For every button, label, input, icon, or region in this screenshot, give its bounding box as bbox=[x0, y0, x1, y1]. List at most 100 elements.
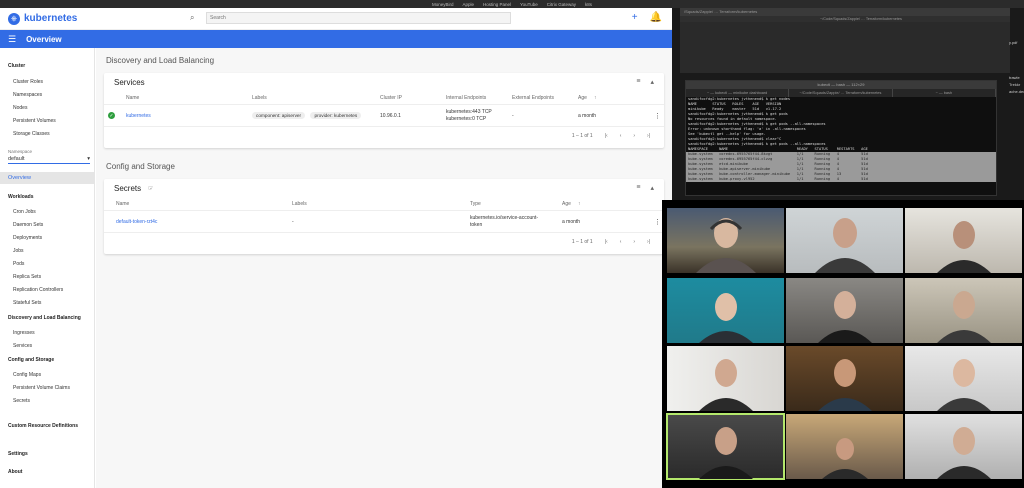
sidebar-item-pods[interactable]: Pods bbox=[0, 261, 24, 267]
filter-icon[interactable]: ≡ bbox=[636, 184, 640, 192]
collapse-icon[interactable]: ▴ bbox=[650, 78, 654, 86]
service-cluster-ip: 10.96.0.1 bbox=[380, 112, 401, 119]
participant-video bbox=[814, 218, 875, 273]
sidebar-item-ingresses[interactable]: Ingresses bbox=[0, 330, 35, 336]
menubar-item[interactable]: MoneyBird bbox=[432, 2, 454, 7]
filter-icon[interactable]: ≡ bbox=[636, 78, 640, 86]
sort-arrow-icon[interactable]: ↑ bbox=[578, 201, 581, 207]
last-page-icon[interactable]: ›| bbox=[647, 239, 650, 245]
terminal-tab[interactable]: ~ — kubectl — minikube dashboard bbox=[686, 89, 790, 97]
video-tile[interactable] bbox=[786, 414, 903, 479]
col-labels[interactable]: Labels bbox=[252, 95, 267, 101]
video-tile[interactable] bbox=[667, 346, 784, 411]
namespace-select[interactable]: default ▾ bbox=[8, 155, 90, 164]
sidebar-item-cron-jobs[interactable]: Cron Jobs bbox=[0, 209, 36, 215]
sidebar-item-storage-classes[interactable]: Storage Classes bbox=[0, 131, 50, 137]
search-icon[interactable]: ⌕ bbox=[190, 13, 200, 23]
col-age[interactable]: Age bbox=[578, 95, 587, 101]
add-icon[interactable]: + bbox=[632, 12, 638, 23]
table-row[interactable]: ✓ kubernetes component: apiserver provid… bbox=[104, 105, 664, 127]
col-cluster-ip[interactable]: Cluster IP bbox=[380, 95, 402, 101]
sidebar-section-workloads[interactable]: Workloads bbox=[0, 194, 41, 200]
col-name[interactable]: Name bbox=[126, 95, 139, 101]
terminal-tab[interactable]: ~/Code/Squads/Zappie/ … Terraform/kubern… bbox=[789, 89, 893, 97]
finder-path-2: ~/Code/Squads/Zappie/ … Terraform/kubern… bbox=[680, 16, 1010, 22]
video-tile[interactable] bbox=[786, 278, 903, 343]
sidebar-item-cluster-roles[interactable]: Cluster Roles bbox=[0, 79, 43, 85]
sidebar-item-stateful-sets[interactable]: Stateful Sets bbox=[0, 300, 41, 306]
sidebar-section-discovery[interactable]: Discovery and Load Balancing bbox=[0, 315, 89, 321]
search-input[interactable] bbox=[206, 12, 511, 24]
first-page-icon[interactable]: |‹ bbox=[605, 239, 608, 245]
desktop-file[interactable]: y.pdf bbox=[1009, 40, 1024, 45]
kubernetes-logo-icon: ⎈ bbox=[8, 12, 20, 25]
video-tile[interactable] bbox=[905, 278, 1022, 343]
sidebar-item-settings[interactable]: Settings bbox=[0, 451, 36, 457]
video-tile[interactable] bbox=[905, 414, 1022, 479]
col-external-endpoints[interactable]: External Endpoints bbox=[512, 95, 554, 101]
video-tile[interactable] bbox=[667, 278, 784, 343]
endpoint: kubernetes:443 TCP bbox=[446, 108, 492, 115]
table-row[interactable]: default-token-rzt4c - kubernetes.io/serv… bbox=[104, 211, 664, 233]
desktop-file[interactable]: trawle bbox=[1009, 75, 1024, 80]
menubar-item[interactable]: k8s bbox=[585, 2, 592, 7]
last-page-icon[interactable]: ›| bbox=[647, 133, 650, 139]
col-age[interactable]: Age bbox=[562, 201, 571, 207]
sidebar-item-daemon-sets[interactable]: Daemon Sets bbox=[0, 222, 43, 228]
menu-icon[interactable]: ☰ bbox=[8, 34, 16, 45]
video-tile[interactable] bbox=[905, 346, 1022, 411]
col-type[interactable]: Type bbox=[470, 201, 481, 207]
col-internal-endpoints[interactable]: Internal Endpoints bbox=[446, 95, 486, 101]
collapse-icon[interactable]: ▴ bbox=[650, 184, 654, 192]
video-tile[interactable] bbox=[905, 208, 1022, 273]
secret-type: kubernetes.io/service-account- token bbox=[470, 215, 538, 229]
sidebar-section-cluster[interactable]: Cluster bbox=[0, 63, 33, 69]
video-tile[interactable] bbox=[786, 208, 903, 273]
sidebar-item-deployments[interactable]: Deployments bbox=[0, 235, 42, 241]
sidebar-item-overview[interactable]: Overview bbox=[0, 172, 94, 184]
more-vert-icon[interactable]: ⋮ bbox=[654, 112, 661, 120]
video-tile[interactable] bbox=[667, 208, 784, 273]
terminal-window[interactable]: kubectl — bash — 112×29 ~ — kubectl — mi… bbox=[685, 80, 997, 196]
participant-video bbox=[936, 291, 991, 343]
terminal-tab[interactable]: ~ — bash bbox=[893, 89, 996, 97]
menubar-item[interactable]: Citrix Gateway bbox=[547, 2, 576, 7]
sort-arrow-icon[interactable]: ↑ bbox=[594, 95, 597, 101]
sidebar-item-about[interactable]: About bbox=[0, 469, 30, 475]
sidebar-item-replica-sets[interactable]: Replica Sets bbox=[0, 274, 41, 280]
next-page-icon[interactable]: › bbox=[633, 239, 635, 245]
prev-page-icon[interactable]: ‹ bbox=[620, 239, 622, 245]
more-vert-icon[interactable]: ⋮ bbox=[654, 218, 661, 226]
card-tools: ≡ ▴ bbox=[636, 184, 654, 192]
dropdown-arrow-icon: ▾ bbox=[87, 156, 90, 162]
sidebar-section-crd[interactable]: Custom Resource Definitions bbox=[0, 423, 86, 429]
menubar-item[interactable]: Apple bbox=[463, 2, 475, 7]
desktop-file[interactable]: ache.deco bbox=[1009, 89, 1024, 94]
services-card: Services ≡ ▴ Name Labels Cluster IP Inte… bbox=[104, 73, 664, 148]
sidebar-item-persistent-volumes[interactable]: Persistent Volumes bbox=[0, 118, 56, 124]
notifications-bell-icon[interactable]: 🔔 bbox=[650, 12, 662, 23]
prev-page-icon[interactable]: ‹ bbox=[620, 133, 622, 139]
secret-type-line: kubernetes.io/service-account- bbox=[470, 214, 539, 221]
video-tile[interactable] bbox=[786, 346, 903, 411]
sidebar-item-nodes[interactable]: Nodes bbox=[0, 105, 27, 111]
first-page-icon[interactable]: |‹ bbox=[605, 133, 608, 139]
sidebar-item-namespaces[interactable]: Namespaces bbox=[0, 92, 42, 98]
video-tile-active-speaker[interactable] bbox=[666, 413, 785, 480]
secret-name-link[interactable]: default-token-rzt4c bbox=[116, 219, 157, 225]
menubar-item[interactable]: Hosting Panel bbox=[483, 2, 511, 7]
service-name-link[interactable]: kubernetes bbox=[126, 113, 151, 119]
sidebar-item-config-maps[interactable]: Config Maps bbox=[0, 372, 41, 378]
sidebar-item-jobs[interactable]: Jobs bbox=[0, 248, 24, 254]
desktop-file[interactable]: Trekkr bbox=[1009, 82, 1024, 87]
sidebar-item-replication-controllers[interactable]: Replication Controllers bbox=[0, 287, 63, 293]
sidebar-item-services[interactable]: Services bbox=[0, 343, 32, 349]
sidebar-item-secrets[interactable]: Secrets bbox=[0, 398, 30, 404]
col-labels[interactable]: Labels bbox=[292, 201, 307, 207]
sidebar-item-pvc[interactable]: Persistent Volume Claims bbox=[0, 385, 70, 391]
participant-video bbox=[698, 427, 753, 479]
col-name[interactable]: Name bbox=[116, 201, 129, 207]
menubar-item[interactable]: YouTube bbox=[520, 2, 538, 7]
sidebar-section-config[interactable]: Config and Storage bbox=[0, 357, 62, 363]
next-page-icon[interactable]: › bbox=[633, 133, 635, 139]
